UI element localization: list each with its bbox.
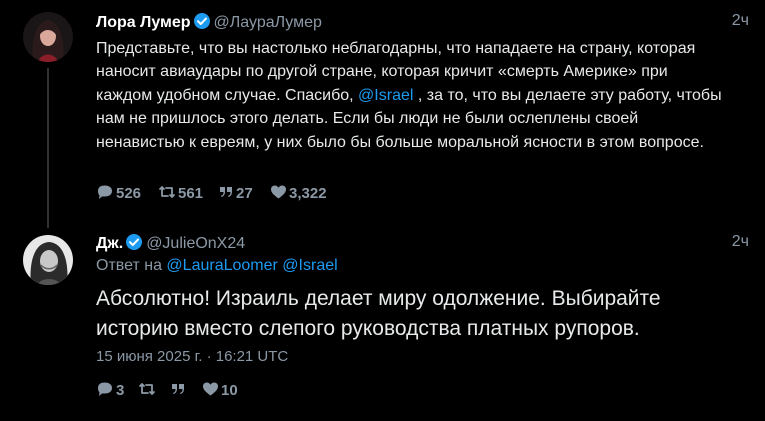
reply-button[interactable]: 3 <box>96 381 124 399</box>
retweet-button[interactable] <box>138 381 158 399</box>
reply-to-line: Ответ на @LauraLoomer @Israel <box>96 257 338 275</box>
retweet-icon <box>159 186 175 198</box>
tweet-time[interactable]: 2ч <box>732 12 749 30</box>
tweet-lora: Лора Лумер @ЛаураЛумер 2ч Представьте, чт… <box>0 0 765 228</box>
quote-icon <box>172 384 184 394</box>
tweet-text: Представьте, что вы настолько неблагодар… <box>96 37 726 154</box>
reply-prefix: Ответ на <box>96 257 162 274</box>
reply-count: 3 <box>116 382 125 399</box>
quote-button[interactable] <box>170 381 188 399</box>
tweet-text: Абсолютно! Израиль делает миру одолжение… <box>96 287 661 340</box>
reply-icon <box>98 382 112 396</box>
verified-icon <box>125 233 143 256</box>
reply-count: 526 <box>116 185 142 202</box>
author-name[interactable]: Дж. <box>96 235 123 252</box>
tweet-header: Лора Лумер @ЛаураЛумер <box>96 12 322 35</box>
like-icon <box>271 185 286 199</box>
retweet-button[interactable]: 561 <box>158 184 203 202</box>
author-handle[interactable]: @JulieOnX24 <box>146 235 245 252</box>
like-count: 10 <box>221 382 238 399</box>
author-handle[interactable]: @ЛаураЛумер <box>214 14 322 31</box>
thread-line <box>47 68 49 228</box>
tweet-time[interactable]: 2ч <box>732 233 749 251</box>
quote-icon <box>220 187 232 197</box>
verified-icon <box>193 12 211 35</box>
quote-count: 27 <box>236 185 253 202</box>
like-icon <box>203 382 218 396</box>
reply-button[interactable]: 526 <box>96 184 141 202</box>
mention-link[interactable]: @LauraLoomer <box>166 257 277 274</box>
tweet-header: Дж. @JulieOnX24 <box>96 233 245 256</box>
mention-link[interactable]: @Israel <box>358 87 413 104</box>
avatar-julie[interactable] <box>23 235 73 285</box>
mention-link[interactable]: @Israel <box>282 257 337 274</box>
retweet-icon <box>139 383 155 395</box>
retweet-count: 561 <box>178 185 204 202</box>
reply-icon <box>98 185 112 199</box>
like-button[interactable]: 10 <box>202 381 238 399</box>
tweet-timestamp[interactable]: 15 июня 2025 г. · 16:21 UTC <box>96 348 288 365</box>
author-name[interactable]: Лора Лумер <box>96 14 191 31</box>
like-count: 3,322 <box>289 185 327 202</box>
quote-button[interactable]: 27 <box>218 184 253 202</box>
like-button[interactable]: 3,322 <box>270 184 327 202</box>
avatar-lora[interactable] <box>23 12 73 62</box>
